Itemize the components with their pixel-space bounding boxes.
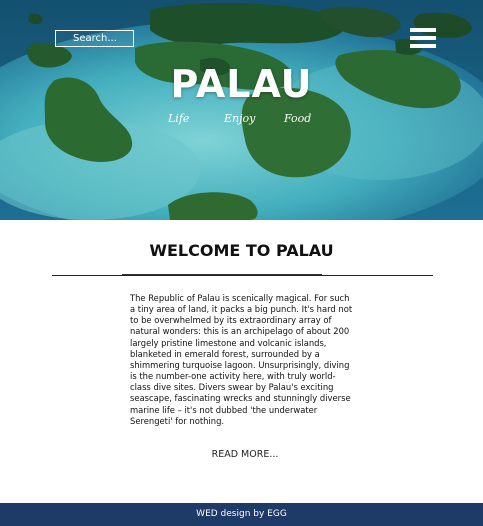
site-title: PALAU bbox=[170, 62, 313, 106]
search-input[interactable] bbox=[55, 30, 134, 47]
nav-link-life[interactable]: Life bbox=[168, 112, 189, 125]
intro-paragraph: The Republic of Palau is scenically magi… bbox=[130, 293, 353, 426]
menu-bar-icon bbox=[410, 28, 436, 32]
menu-bar-icon bbox=[410, 44, 436, 48]
hero-banner: PALAU Life Enjoy Food bbox=[0, 0, 483, 220]
footer-credit: WED design by EGG bbox=[196, 509, 287, 519]
welcome-heading: WELCOME TO PALAU bbox=[149, 241, 334, 260]
menu-bar-icon bbox=[410, 36, 436, 40]
nav-link-enjoy[interactable]: Enjoy bbox=[224, 112, 255, 125]
hero-nav: Life Enjoy Food bbox=[160, 112, 340, 132]
read-more-link[interactable]: READ MORE... bbox=[0, 449, 483, 460]
footer: WED design by EGG bbox=[0, 503, 483, 526]
hamburger-menu-button[interactable] bbox=[410, 28, 436, 50]
nav-link-food[interactable]: Food bbox=[284, 112, 311, 125]
heading-divider bbox=[52, 274, 433, 276]
